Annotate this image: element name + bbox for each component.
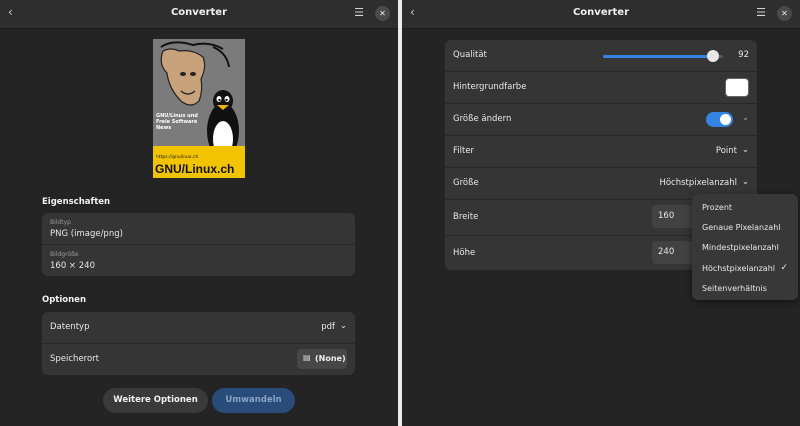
quality-slider-knob[interactable] [707,50,720,62]
save-location-label: Speicherort [50,354,100,364]
save-location-button[interactable]: ▤ (None) [297,349,347,369]
background-row: Hintergrundfarbe [445,72,757,104]
filter-value: Point [715,146,737,156]
datatype-label: Datentyp [50,322,90,332]
chevron-down-icon: ⌄ [741,145,749,155]
save-location-row: Speicherort ▤ (None) [42,344,355,375]
height-label: Höhe [453,248,476,258]
header-bar: ‹ Converter ☰ ✕ [0,0,398,29]
size-value: Höchstpixelanzahl [659,178,737,188]
close-icon[interactable]: ✕ [777,6,792,21]
options-card: Datentyp pdf ⌄ Speicherort ▤ (None) [42,312,355,375]
window-title: Converter [572,7,630,18]
datatype-value: pdf [321,322,335,332]
resize-toggle[interactable] [706,112,733,127]
quality-value: 92 [738,50,749,60]
size-mode-popover: Prozent Genaue Pixelanzahl Mindestpixela… [692,194,798,300]
popover-item-genaue-pixelanzahl[interactable]: Genaue Pixelanzahl [702,223,781,232]
save-location-value: (None) [315,354,346,363]
image-size-label: Bildgröße [50,251,79,258]
resize-row: Größe ändern ⌄ [445,104,757,136]
preview-logo-text: GNU/Linux.ch [155,162,235,176]
properties-card: Bildtyp PNG (image/png) Bildgröße 160 × … [42,213,355,276]
popover-item-mindestpixelanzahl[interactable]: Mindestpixelanzahl [702,243,779,252]
popover-item-prozent[interactable]: Prozent [702,203,732,212]
header-bar: ‹ Converter ☰ ✕ [402,0,800,29]
close-icon[interactable]: ✕ [375,6,390,21]
image-preview: GNU/Linux und Freie Software News https:… [153,39,245,178]
width-label: Breite [453,212,479,222]
checkmark-icon: ✓ [780,263,788,273]
size-label: Größe [453,178,479,188]
popover-item-hoechstpixelanzahl[interactable]: Höchstpixelanzahl [702,264,775,273]
chevron-down-icon[interactable]: ⌄ [742,113,749,123]
height-value: 240 [658,247,675,257]
more-options-button[interactable]: Weitere Optionen [103,388,208,413]
image-type-label: Bildtyp [50,219,71,226]
properties-heading: Eigenschaften [42,197,111,207]
datatype-row[interactable]: Datentyp pdf ⌄ [42,312,355,344]
chevron-down-icon: ⌄ [339,321,347,331]
width-value: 160 [658,211,675,221]
background-color-button[interactable] [725,78,749,97]
preview-caption: GNU/Linux und Freie Software News [156,113,198,131]
image-size-value: 160 × 240 [50,261,95,271]
quality-row: Qualität 92 [445,40,757,72]
resize-label: Größe ändern [453,114,512,124]
image-type-row: Bildtyp PNG (image/png) [42,213,355,245]
popover-item-seitenverhaeltnis[interactable]: Seitenverhältnis [702,284,767,293]
toggle-knob [720,114,731,125]
image-type-value: PNG (image/png) [50,229,123,239]
quality-slider-fill [603,55,714,58]
filter-label: Filter [453,146,475,156]
filter-row[interactable]: Filter Point ⌄ [445,136,757,168]
file-chooser-icon: ▤ [303,353,311,362]
menu-icon[interactable]: ☰ [354,6,364,19]
converter-window-main: ‹ Converter ☰ ✕ GNU/Linux und Freie Soft… [0,0,398,426]
menu-icon[interactable]: ☰ [756,6,766,19]
options-heading: Optionen [42,295,86,305]
preview-url: https://gnulinux.ch [156,155,199,160]
quality-slider-track[interactable] [603,50,723,62]
window-title: Converter [170,7,228,18]
convert-button[interactable]: Umwandeln [212,388,295,413]
quality-label: Qualität [453,50,487,60]
background-label: Hintergrundfarbe [453,82,527,92]
chevron-down-icon: ⌄ [741,177,749,187]
image-size-row: Bildgröße 160 × 240 [42,245,355,276]
